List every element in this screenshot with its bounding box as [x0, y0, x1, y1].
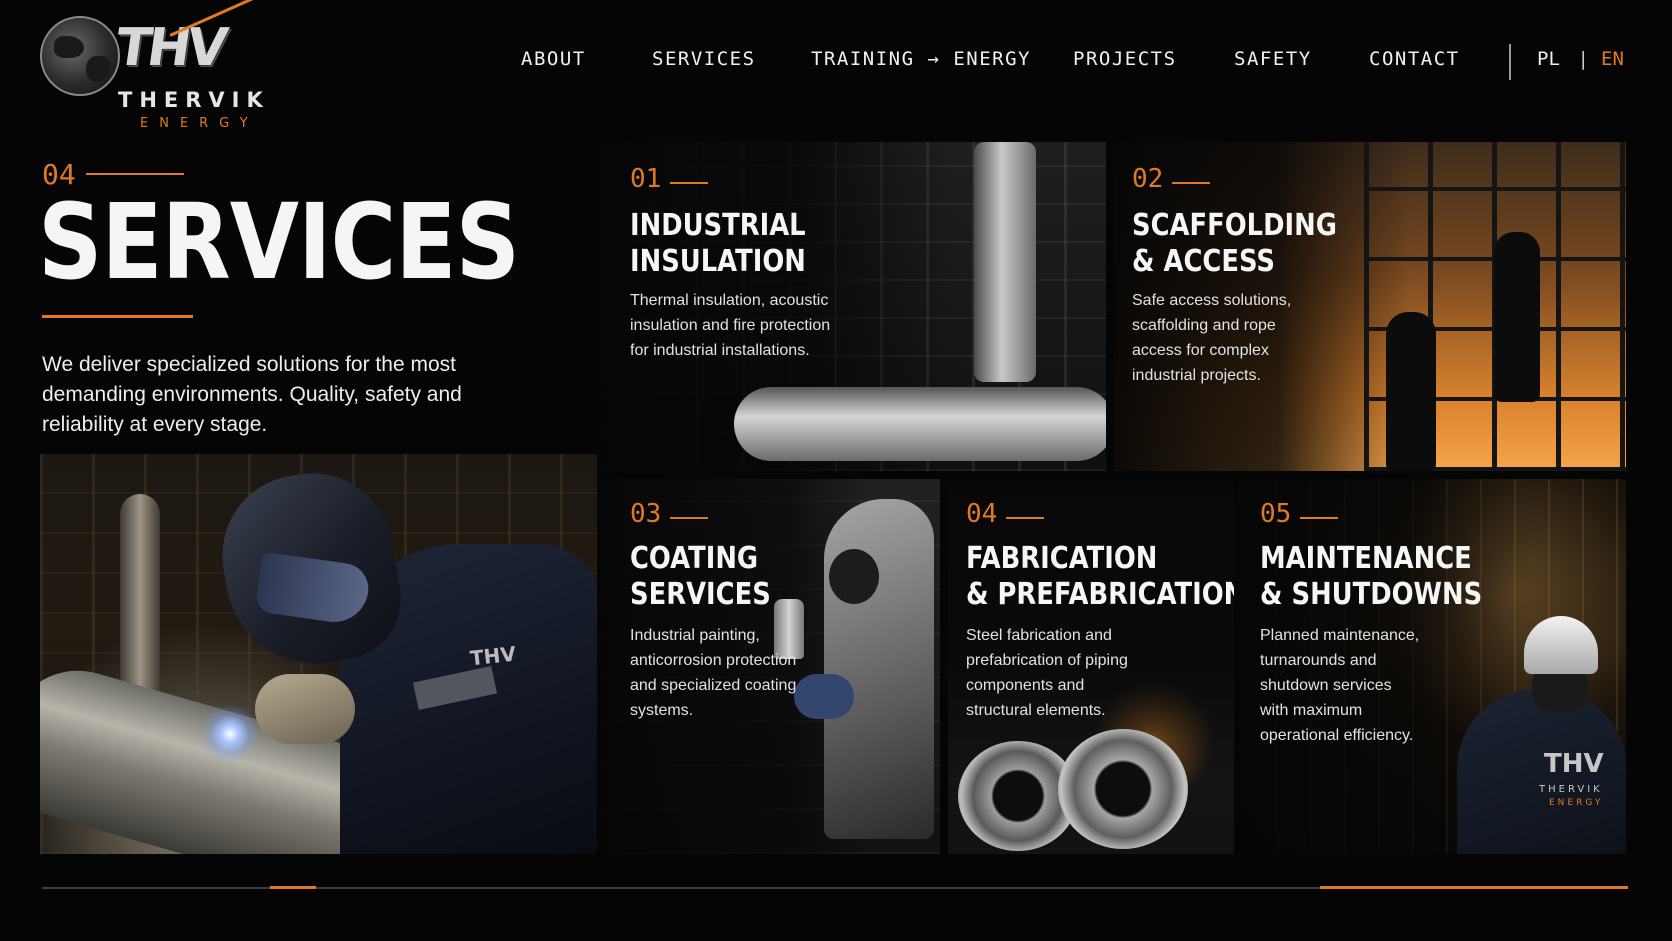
- nav-safety[interactable]: SAFETY: [1234, 48, 1312, 70]
- nav-training-energy[interactable]: TRAINING → ENERGY: [811, 48, 1031, 70]
- jacket-badge-logo: THV: [1544, 749, 1604, 779]
- service-number: 02: [1132, 164, 1164, 194]
- welding-spark: [200, 704, 260, 764]
- intro-description: We deliver specialized solutions for the…: [42, 353, 462, 436]
- brand-subtitle: ENERGY: [140, 116, 259, 131]
- language-separator: |: [1580, 48, 1587, 70]
- service-number: 05: [1260, 499, 1292, 529]
- service-card-industrial-insulation[interactable]: 01 INDUSTRIAL INSULATION Thermal insulat…: [604, 142, 1106, 471]
- service-title: COATING SERVICES: [630, 541, 771, 613]
- flanged-pipe: [1058, 729, 1188, 849]
- service-title-line2: & SHUTDOWNS: [1260, 577, 1483, 612]
- title-underline: [42, 315, 193, 318]
- worker-silhouette: [1386, 312, 1436, 471]
- nav-projects[interactable]: PROJECTS: [1073, 48, 1177, 70]
- welding-glove: [255, 674, 355, 744]
- service-number: 04: [966, 499, 998, 529]
- nav-services[interactable]: SERVICES: [652, 48, 756, 70]
- service-title-line1: COATING: [630, 541, 759, 576]
- footer-accent-right: [1320, 886, 1628, 889]
- service-card-maintenance-shutdowns[interactable]: THV THERVIK ENERGY 05 MAINTENANCE & SHUT…: [1242, 479, 1626, 854]
- service-title: INDUSTRIAL INSULATION: [630, 208, 806, 280]
- main-nav: ABOUT SERVICES TRAINING → ENERGY PROJECT…: [0, 44, 1672, 80]
- service-title: FABRICATION & PREFABRICATION: [966, 541, 1234, 613]
- service-number: 03: [630, 499, 662, 529]
- service-title: MAINTENANCE & SHUTDOWNS: [1260, 541, 1482, 613]
- service-card-scaffolding-access[interactable]: 02 SCAFFOLDING & ACCESS Safe access solu…: [1114, 142, 1626, 471]
- service-title-line1: FABRICATION: [966, 541, 1158, 576]
- service-number-line: [1172, 182, 1210, 184]
- service-number-line: [1300, 517, 1338, 519]
- service-title-line2: & PREFABRICATION: [966, 577, 1234, 612]
- worker-silhouette: [1494, 232, 1540, 402]
- service-number: 01: [630, 164, 662, 194]
- service-title: SCAFFOLDING & ACCESS: [1132, 208, 1337, 280]
- insulated-horizontal-pipe: [734, 387, 1106, 461]
- service-title-line2: & ACCESS: [1132, 244, 1275, 279]
- service-title-line1: INDUSTRIAL: [630, 208, 806, 243]
- painter-figure: [824, 499, 934, 839]
- service-title-line1: MAINTENANCE: [1260, 541, 1472, 576]
- service-description: Planned maintenance, turnarounds and shu…: [1260, 627, 1420, 744]
- jacket-badge-subtitle: ENERGY: [1549, 798, 1604, 808]
- section-number-line: [86, 173, 184, 175]
- service-number-line: [1006, 517, 1044, 519]
- insulated-vertical-pipe: [974, 142, 1036, 382]
- brand-name: THERVIK: [118, 88, 270, 112]
- footer-accent-left: [270, 886, 316, 889]
- service-description: Industrial painting, anticorrosion prote…: [630, 627, 797, 719]
- respirator-mask: [829, 549, 879, 604]
- service-description: Thermal insulation, acoustic insulation …: [630, 292, 831, 359]
- page-title: SERVICES: [38, 181, 520, 303]
- welder-hero-image: THV: [40, 454, 597, 854]
- nav-contact[interactable]: CONTACT: [1369, 48, 1460, 70]
- service-description: Steel fabrication and prefabrication of …: [966, 627, 1128, 719]
- service-title-line2: SERVICES: [630, 577, 771, 612]
- service-description: Safe access solutions, scaffolding and r…: [1132, 292, 1292, 384]
- hero-badge-logo: THV: [468, 641, 517, 671]
- nav-divider: [1509, 44, 1511, 80]
- language-en[interactable]: EN: [1601, 48, 1624, 70]
- language-pl[interactable]: PL: [1537, 48, 1560, 70]
- jacket-badge-name: THERVIK: [1539, 784, 1603, 795]
- service-card-coating-services[interactable]: 03 COATING SERVICES Industrial painting,…: [604, 479, 940, 854]
- service-title-line1: SCAFFOLDING: [1132, 208, 1337, 243]
- painter-glove: [794, 674, 854, 719]
- service-title-line2: INSULATION: [630, 244, 806, 279]
- service-number-line: [670, 182, 708, 184]
- nav-about[interactable]: ABOUT: [521, 48, 586, 70]
- service-number-line: [670, 517, 708, 519]
- service-card-fabrication-prefabrication[interactable]: 04 FABRICATION & PREFABRICATION Steel fa…: [948, 479, 1234, 854]
